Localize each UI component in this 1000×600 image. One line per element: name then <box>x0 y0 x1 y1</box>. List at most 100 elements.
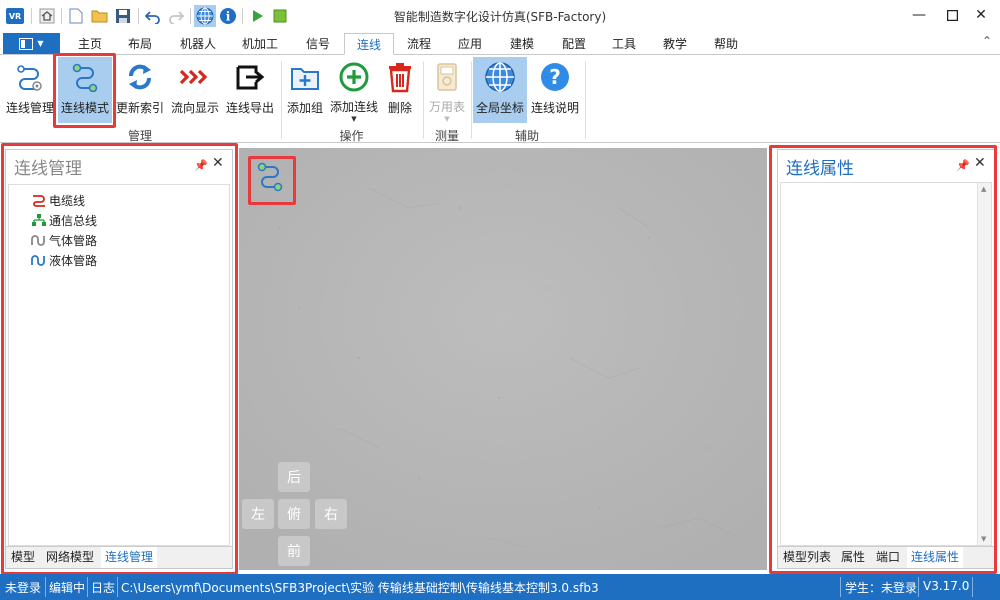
app-logo[interactable]: VR <box>6 8 24 24</box>
log-button[interactable]: 日志 <box>91 579 115 596</box>
global-coordinates-button[interactable]: 全局坐标 <box>473 57 527 123</box>
tab-signal[interactable]: 信号 <box>298 33 338 55</box>
status-bar: 未登录 编辑中 日志 C:\Users\ymf\Documents\SFB3Pr… <box>0 574 1000 600</box>
window-menu-icon <box>19 37 34 50</box>
home-icon[interactable] <box>37 6 57 26</box>
connection-mode-indicator-icon <box>253 160 287 194</box>
tree-item-gas-pipe[interactable]: 气体管路 <box>31 231 97 249</box>
separator <box>190 8 191 24</box>
tab-ports[interactable]: 端口 <box>872 547 904 568</box>
tab-layout[interactable]: 布局 <box>120 33 160 55</box>
3d-viewport[interactable]: 后 左 俯 右 前 <box>239 148 767 570</box>
tab-connection[interactable]: 连线 <box>344 33 394 55</box>
version-label: V3.17.0 <box>923 579 970 593</box>
tab-home[interactable]: 主页 <box>70 33 110 55</box>
delete-button[interactable]: 删除 <box>382 57 418 123</box>
close-icon[interactable]: ✕ <box>212 155 224 171</box>
panel-title: 连线管理 <box>14 159 82 179</box>
add-group-button[interactable]: 添加组 <box>285 57 325 123</box>
connection-tree: 电缆线 通信总线 气体管路 液体管路 <box>8 184 230 546</box>
window-title: 智能制造数字化设计仿真(SFB-Factory) <box>393 10 607 24</box>
add-group-icon <box>287 57 323 97</box>
separator <box>423 61 424 139</box>
view-top-button[interactable]: 俯 <box>278 499 310 529</box>
cable-icon <box>33 195 45 207</box>
tab-teaching[interactable]: 教学 <box>655 33 695 55</box>
tree-item-network-bus[interactable]: 通信总线 <box>31 211 97 229</box>
close-icon[interactable]: ✕ <box>974 155 986 171</box>
update-index-label: 更新索引 <box>115 101 164 115</box>
connection-help-button[interactable]: ? 连线说明 <box>529 57 581 123</box>
tree-item-liquid-pipe[interactable]: 液体管路 <box>31 251 97 269</box>
tab-model[interactable]: 模型 <box>7 547 39 568</box>
tab-network-model[interactable]: 网络模型 <box>42 547 98 568</box>
title-bar: VR i 智能制造数字化设计仿真(SFB-Factory) — ✕ <box>0 0 1000 32</box>
tab-properties[interactable]: 属性 <box>837 547 869 568</box>
add-connection-button[interactable]: 添加连线 ▼ <box>328 57 380 123</box>
multimeter-icon <box>429 57 465 96</box>
update-index-button[interactable]: 更新索引 <box>114 57 166 123</box>
connection-properties-panel: 连线属性 📌 ✕ ▲ ▼ 模型列表 属性 端口 连线属性 <box>777 149 995 569</box>
separator <box>61 8 62 24</box>
connection-manage-icon <box>12 57 48 97</box>
scroll-down-icon[interactable]: ▼ <box>981 535 986 543</box>
view-right-button[interactable]: 右 <box>315 499 347 529</box>
tab-help[interactable]: 帮助 <box>706 33 746 55</box>
tab-model-list[interactable]: 模型列表 <box>779 547 835 568</box>
connection-manage-button[interactable]: 连线管理 <box>4 57 56 123</box>
redo-icon[interactable] <box>166 6 186 26</box>
play-icon[interactable] <box>247 6 267 26</box>
tab-config[interactable]: 配置 <box>554 33 594 55</box>
connection-export-button[interactable]: 连线导出 <box>224 57 276 123</box>
refresh-icon <box>122 57 158 97</box>
new-file-icon[interactable] <box>66 6 86 26</box>
maximize-icon[interactable] <box>939 4 965 26</box>
separator <box>87 577 88 597</box>
global-coordinates-label: 全局坐标 <box>475 101 524 115</box>
undo-icon[interactable] <box>143 6 163 26</box>
connection-manage-label: 连线管理 <box>5 101 54 115</box>
separator <box>918 577 919 597</box>
stop-icon[interactable] <box>270 6 290 26</box>
connection-mode-label: 连线模式 <box>60 101 109 115</box>
view-back-button[interactable]: 后 <box>278 462 310 492</box>
info-icon[interactable]: i <box>218 6 238 26</box>
chevron-down-icon[interactable]: ▼ <box>351 115 356 123</box>
connection-mode-button[interactable]: 连线模式 <box>58 57 112 123</box>
flow-direction-label: 流向显示 <box>170 101 219 115</box>
multimeter-button[interactable]: 万用表 ▼ <box>427 57 467 123</box>
student-status: 学生：未登录 <box>845 581 918 595</box>
open-folder-icon[interactable] <box>90 6 110 26</box>
flow-direction-button[interactable]: 流向显示 <box>168 57 222 123</box>
liquid-pipe-icon <box>31 255 45 266</box>
separator <box>138 8 139 24</box>
close-icon[interactable]: ✕ <box>968 4 994 26</box>
tab-connection-manage[interactable]: 连线管理 <box>101 547 158 568</box>
scroll-up-icon[interactable]: ▲ <box>981 185 986 193</box>
right-panel-tabs: 模型列表 属性 端口 连线属性 <box>778 546 994 568</box>
globe-icon[interactable] <box>194 5 216 27</box>
save-icon[interactable] <box>113 6 133 26</box>
properties-content: ▲ ▼ <box>780 182 992 546</box>
tab-tools[interactable]: 工具 <box>604 33 644 55</box>
tab-application[interactable]: 应用 <box>450 33 490 55</box>
separator <box>840 577 841 597</box>
gas-pipe-icon <box>31 235 45 246</box>
minimize-icon[interactable]: — <box>906 4 932 26</box>
file-menu-button[interactable]: ▼ <box>3 33 60 54</box>
view-left-button[interactable]: 左 <box>242 499 274 529</box>
tab-machining[interactable]: 机加工 <box>234 33 286 55</box>
pin-icon[interactable]: 📌 <box>956 159 970 172</box>
tab-robot[interactable]: 机器人 <box>172 33 224 55</box>
separator <box>45 577 46 597</box>
vertical-scrollbar[interactable]: ▲ ▼ <box>977 183 991 545</box>
group-label-measure: 测量 <box>434 129 459 143</box>
tree-item-cable[interactable]: 电缆线 <box>31 191 85 209</box>
tab-modeling[interactable]: 建模 <box>502 33 542 55</box>
ribbon-collapse-icon[interactable]: ⌃ <box>982 34 992 48</box>
view-front-button[interactable]: 前 <box>278 536 310 566</box>
tab-connection-properties[interactable]: 连线属性 <box>907 547 964 568</box>
tab-process[interactable]: 流程 <box>399 33 439 55</box>
separator <box>117 577 118 597</box>
pin-icon[interactable]: 📌 <box>194 159 208 172</box>
